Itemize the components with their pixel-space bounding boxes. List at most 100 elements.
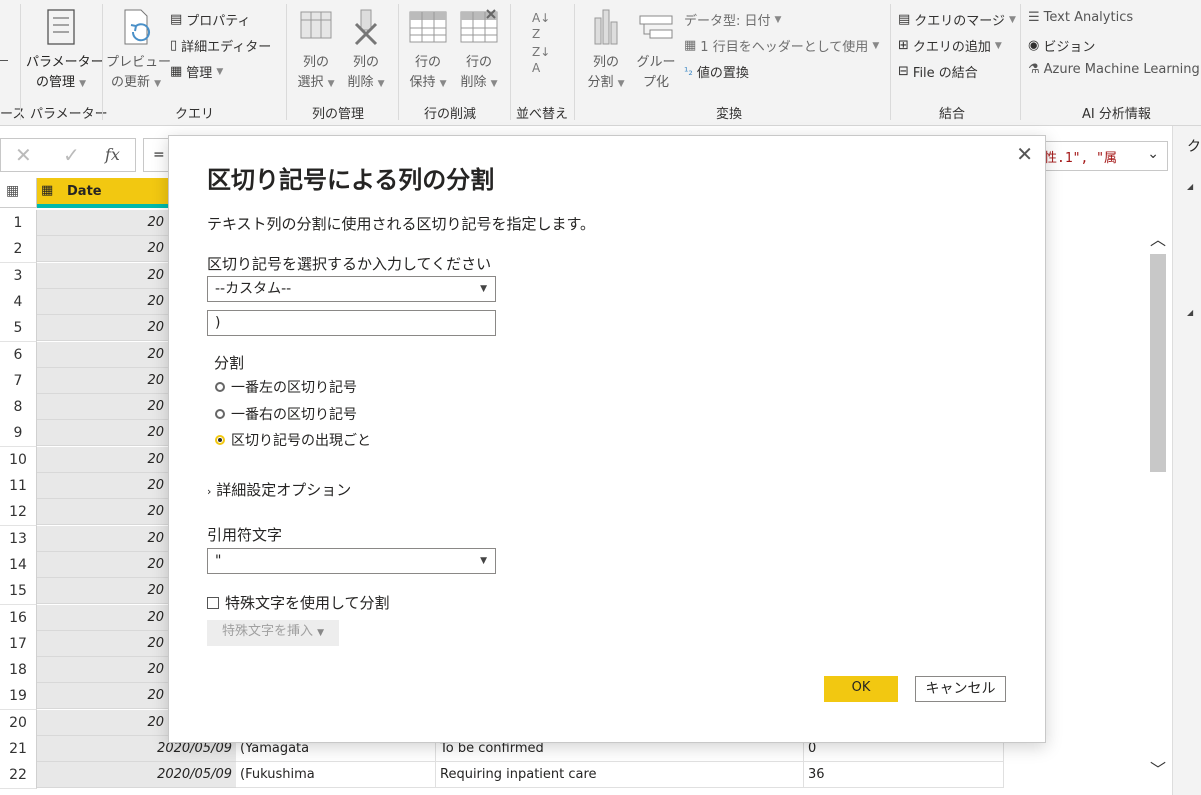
row-number[interactable]: 3 — [0, 263, 37, 290]
row-number[interactable]: 2 — [0, 236, 37, 263]
advanced-editor-button[interactable]: ▯ 詳細エディター — [170, 36, 271, 55]
row-number[interactable]: 5 — [0, 315, 37, 342]
date-cell[interactable]: 20 — [37, 263, 168, 289]
row-number[interactable]: 7 — [0, 368, 37, 395]
table-cell[interactable]: (Fukushima — [236, 762, 436, 788]
choose-columns-button[interactable]: 列の 選択 ▼ — [292, 8, 340, 94]
radio-button-selected[interactable] — [215, 435, 225, 445]
date-cell[interactable]: 20 — [37, 342, 168, 368]
row-number[interactable]: 9 — [0, 420, 37, 447]
date-cell[interactable]: 20 — [37, 368, 168, 394]
properties-button[interactable]: ▤ プロパティ — [170, 10, 251, 29]
split-column-button[interactable]: 列の 分割 ▼ — [582, 8, 630, 94]
date-cell[interactable]: 20 — [37, 683, 168, 709]
manage-parameters-button[interactable]: パラメーター の管理 ▼ — [26, 8, 104, 94]
row-number[interactable]: 22 — [0, 762, 37, 789]
group-by-button[interactable]: グルー プ化 — [632, 8, 680, 93]
expand-formula-icon[interactable]: ⌄ — [1147, 146, 1159, 162]
radio-rightmost-delimiter[interactable]: 一番右の区切り記号 — [215, 404, 357, 424]
checkbox[interactable] — [207, 596, 219, 609]
radio-button[interactable] — [215, 382, 225, 392]
keep-rows-button[interactable]: 行の 保持 ▼ — [404, 8, 452, 94]
insert-special-char-button[interactable]: 特殊文字を挿入 ▼ — [207, 620, 339, 646]
remove-columns-button[interactable]: 列の 削除 ▼ — [342, 8, 390, 94]
collapse-icon[interactable]: ◢ — [1187, 308, 1193, 317]
row-number[interactable]: 6 — [0, 342, 37, 369]
column-header-date[interactable]: ▦ Date — [37, 178, 177, 208]
combine-files-button[interactable]: ⊟ File の結合 — [898, 62, 978, 81]
formula-input[interactable]: = — [143, 138, 169, 172]
row-number[interactable]: 20 — [0, 710, 37, 737]
sort-ascending-button[interactable]: A↓ Z — [532, 10, 550, 42]
scroll-down-icon[interactable]: ﹀ — [1150, 756, 1166, 780]
row-number[interactable]: 16 — [0, 605, 37, 632]
vision-button[interactable]: ◉ ビジョン — [1028, 36, 1095, 55]
row-number[interactable]: 14 — [0, 552, 37, 579]
group-label-reduce-rows: 行の削減 — [424, 107, 477, 122]
date-cell[interactable]: 20 — [37, 631, 168, 657]
commit-formula-icon[interactable]: ✓ — [63, 143, 80, 167]
cancel-formula-icon[interactable]: ✕ — [15, 143, 32, 167]
row-number[interactable]: 1 — [0, 210, 37, 237]
radio-each-occurrence[interactable]: 区切り記号の出現ごと — [215, 430, 371, 450]
custom-delimiter-input[interactable]: ) — [207, 310, 496, 336]
table-cell[interactable]: Requiring inpatient care — [436, 762, 804, 788]
remove-rows-button[interactable]: 行の 削除 ▼ — [455, 8, 503, 94]
table-cell[interactable]: 36 — [804, 762, 1004, 788]
date-cell[interactable]: 20 — [37, 499, 168, 525]
refresh-preview-button[interactable]: プレビュー の更新 ▼ — [106, 8, 171, 94]
date-cell[interactable]: 20 — [37, 210, 168, 236]
advanced-options-toggle[interactable]: › 詳細設定オプション — [207, 479, 351, 500]
special-chars-checkbox-row[interactable]: 特殊文字を使用して分割 — [207, 592, 390, 613]
scrollbar-thumb[interactable] — [1150, 254, 1166, 472]
data-type-dropdown[interactable]: データ型: 日付 ▼ — [684, 10, 781, 29]
row-number[interactable]: 18 — [0, 657, 37, 684]
date-cell[interactable]: 20 — [37, 526, 168, 552]
date-cell[interactable]: 20 — [37, 394, 168, 420]
fx-icon[interactable]: fx — [105, 145, 120, 164]
row-number[interactable]: 12 — [0, 499, 37, 526]
date-cell[interactable]: 20 — [37, 552, 168, 578]
text-analytics-button[interactable]: ☰ Text Analytics — [1028, 10, 1133, 25]
date-cell[interactable]: 20 — [37, 710, 168, 736]
azure-ml-button[interactable]: ⚗ Azure Machine Learning — [1028, 62, 1200, 77]
row-number[interactable]: 8 — [0, 394, 37, 421]
date-cell[interactable]: 20 — [37, 236, 168, 262]
ok-button[interactable]: OK — [824, 676, 898, 702]
vertical-scrollbar[interactable]: ︿ ﹀ — [1146, 226, 1170, 786]
date-cell[interactable]: 20 — [37, 447, 168, 473]
row-number[interactable]: 19 — [0, 683, 37, 710]
row-number[interactable]: 4 — [0, 289, 37, 316]
date-cell[interactable]: 20 — [37, 657, 168, 683]
table-menu-button[interactable]: ▦ — [0, 178, 37, 208]
delimiter-select[interactable]: --カスタム-- ▼ — [207, 276, 496, 302]
date-cell[interactable]: 20 — [37, 605, 168, 631]
append-queries-button[interactable]: ⊞ クエリの追加 ▼ — [898, 36, 1002, 55]
replace-values-icon: ¹₂ — [684, 65, 693, 78]
date-cell[interactable]: 20 — [37, 315, 168, 341]
replace-values-button[interactable]: ¹₂ 値の置換 — [684, 62, 749, 81]
manage-button[interactable]: ▦ 管理 ▼ — [170, 62, 223, 81]
radio-leftmost-delimiter[interactable]: 一番左の区切り記号 — [215, 377, 357, 397]
merge-queries-button[interactable]: ▤ クエリのマージ ▼ — [898, 10, 1016, 29]
row-number[interactable]: 15 — [0, 578, 37, 605]
cancel-button[interactable]: キャンセル — [915, 676, 1006, 702]
use-first-row-as-headers-button[interactable]: ▦ 1 行目をヘッダーとして使用 ▼ — [684, 36, 879, 55]
sort-descending-button[interactable]: Z↓ A — [532, 44, 550, 76]
date-cell[interactable]: 2020/05/09 — [37, 762, 236, 788]
date-cell[interactable]: 20 — [37, 578, 168, 604]
close-icon[interactable]: ✕ — [1016, 142, 1033, 166]
date-cell[interactable]: 20 — [37, 420, 168, 446]
date-cell[interactable]: 20 — [37, 473, 168, 499]
radio-button[interactable] — [215, 409, 225, 419]
formula-input-tail[interactable]: 性.1", "属 ⌄ — [1043, 141, 1168, 171]
row-number[interactable]: 17 — [0, 631, 37, 658]
row-number[interactable]: 21 — [0, 736, 37, 763]
date-cell[interactable]: 20 — [37, 289, 168, 315]
row-number[interactable]: 10 — [0, 447, 37, 474]
row-number[interactable]: 11 — [0, 473, 37, 500]
collapse-icon[interactable]: ◢ — [1187, 182, 1193, 191]
row-number[interactable]: 13 — [0, 526, 37, 553]
scroll-up-icon[interactable]: ︿ — [1150, 226, 1166, 250]
quote-char-select[interactable]: " ▼ — [207, 548, 496, 574]
